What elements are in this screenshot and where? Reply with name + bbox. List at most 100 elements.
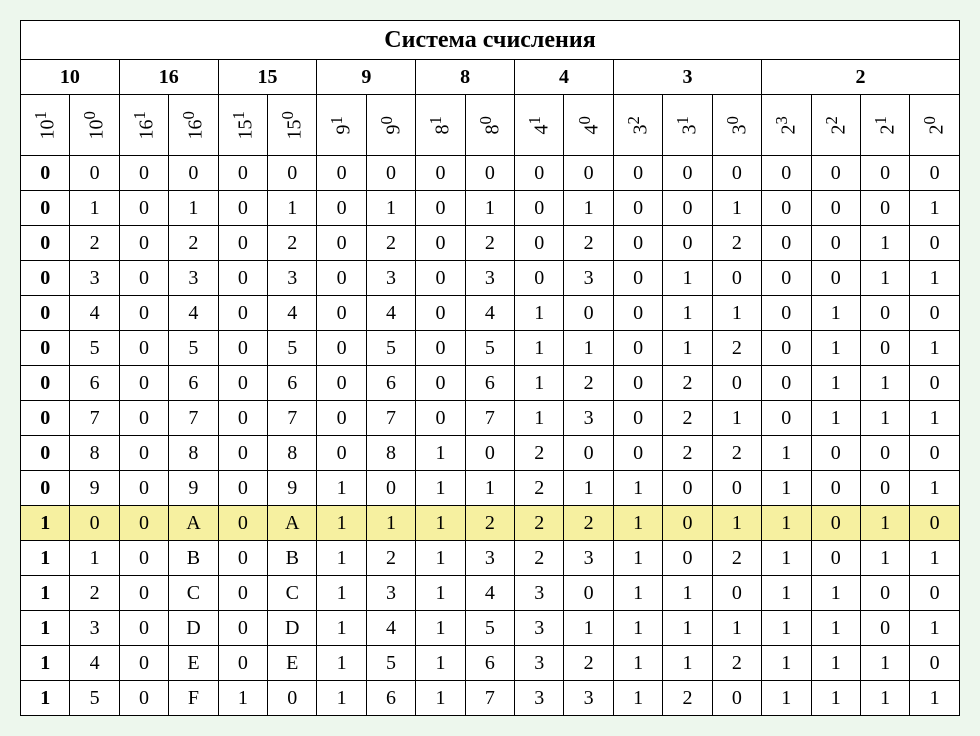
cell: 1 [663, 296, 712, 331]
cell: 1 [416, 646, 465, 681]
cell: 0 [613, 226, 662, 261]
cell: 6 [70, 366, 119, 401]
cell: 0 [515, 156, 564, 191]
cell: 0 [910, 156, 960, 191]
cell: 2 [366, 541, 415, 576]
cell: 0 [119, 226, 168, 261]
cell: 0 [218, 366, 267, 401]
cell: F [169, 681, 218, 716]
cell: 2 [70, 576, 119, 611]
cell: 1 [860, 226, 909, 261]
table-row: 0101010101010010001 [21, 191, 960, 226]
digit-header: 160 [169, 95, 218, 156]
cell: 1 [712, 191, 761, 226]
cell: 0 [119, 191, 168, 226]
cell: 1 [860, 366, 909, 401]
cell: 8 [169, 436, 218, 471]
cell: 0 [218, 471, 267, 506]
cell: 1 [860, 506, 909, 541]
table-row: 120C0C1314301101100 [21, 576, 960, 611]
cell: 1 [811, 401, 860, 436]
cell: 1 [613, 541, 662, 576]
base-header: 16 [119, 60, 218, 95]
cell: 4 [70, 296, 119, 331]
base-header: 10 [21, 60, 120, 95]
cell: 2 [712, 646, 761, 681]
cell: 0 [613, 401, 662, 436]
cell: E [169, 646, 218, 681]
cell: 0 [762, 261, 811, 296]
cell: 0 [218, 506, 267, 541]
cell: 1 [465, 191, 514, 226]
cell: 1 [70, 541, 119, 576]
digit-header: 23 [762, 95, 811, 156]
cell: 0 [663, 506, 712, 541]
cell: 0 [21, 436, 70, 471]
cell: 1 [663, 261, 712, 296]
cell: 1 [613, 681, 662, 716]
cell: 3 [366, 576, 415, 611]
cell: 1 [762, 646, 811, 681]
cell: 0 [564, 296, 613, 331]
cell: 0 [317, 191, 366, 226]
cell: 1 [860, 646, 909, 681]
cell: 0 [811, 261, 860, 296]
cell: 5 [169, 331, 218, 366]
cell: 0 [70, 506, 119, 541]
cell: 0 [218, 646, 267, 681]
cell: 7 [268, 401, 317, 436]
cell: 0 [762, 296, 811, 331]
cell: 1 [762, 436, 811, 471]
cell: 0 [218, 226, 267, 261]
cell: C [169, 576, 218, 611]
cell: 1 [416, 681, 465, 716]
cell: 1 [515, 331, 564, 366]
cell: 0 [119, 436, 168, 471]
digit-header: 41 [515, 95, 564, 156]
cell: 0 [218, 401, 267, 436]
cell: 1 [366, 191, 415, 226]
cell: 1 [712, 506, 761, 541]
cell: 3 [169, 261, 218, 296]
cell: 0 [712, 576, 761, 611]
cell: 2 [663, 366, 712, 401]
cell: 2 [515, 471, 564, 506]
cell: 0 [613, 261, 662, 296]
table-row: 0808080810200221000 [21, 436, 960, 471]
cell: 1 [218, 681, 267, 716]
cell: 0 [465, 436, 514, 471]
cell: 1 [416, 436, 465, 471]
cell: 4 [169, 296, 218, 331]
cell: 0 [762, 191, 811, 226]
cell: 0 [613, 331, 662, 366]
table-row: 0909091011211001001 [21, 471, 960, 506]
cell: 1 [910, 261, 960, 296]
cell: 0 [762, 226, 811, 261]
cell: 0 [119, 401, 168, 436]
cell: 1 [416, 576, 465, 611]
cell: 1 [762, 471, 811, 506]
cell: 0 [910, 366, 960, 401]
cell: 1 [910, 681, 960, 716]
cell: 0 [515, 191, 564, 226]
digit-header: 21 [860, 95, 909, 156]
table-body: 0000000000000000000010101010101001000102… [21, 156, 960, 716]
cell: 1 [416, 541, 465, 576]
cell: 0 [218, 541, 267, 576]
cell: 0 [218, 611, 267, 646]
cell: 2 [564, 366, 613, 401]
cell: 6 [268, 366, 317, 401]
cell: 1 [564, 611, 613, 646]
cell: 3 [268, 261, 317, 296]
cell: 1 [70, 191, 119, 226]
digit-header: 101 [21, 95, 70, 156]
cell: 7 [465, 681, 514, 716]
cell: 2 [366, 226, 415, 261]
cell: 5 [465, 611, 514, 646]
cell: 0 [416, 191, 465, 226]
cell: 1 [416, 506, 465, 541]
cell: 1 [811, 611, 860, 646]
digit-header: 40 [564, 95, 613, 156]
base-header: 9 [317, 60, 416, 95]
cell: 0 [811, 436, 860, 471]
